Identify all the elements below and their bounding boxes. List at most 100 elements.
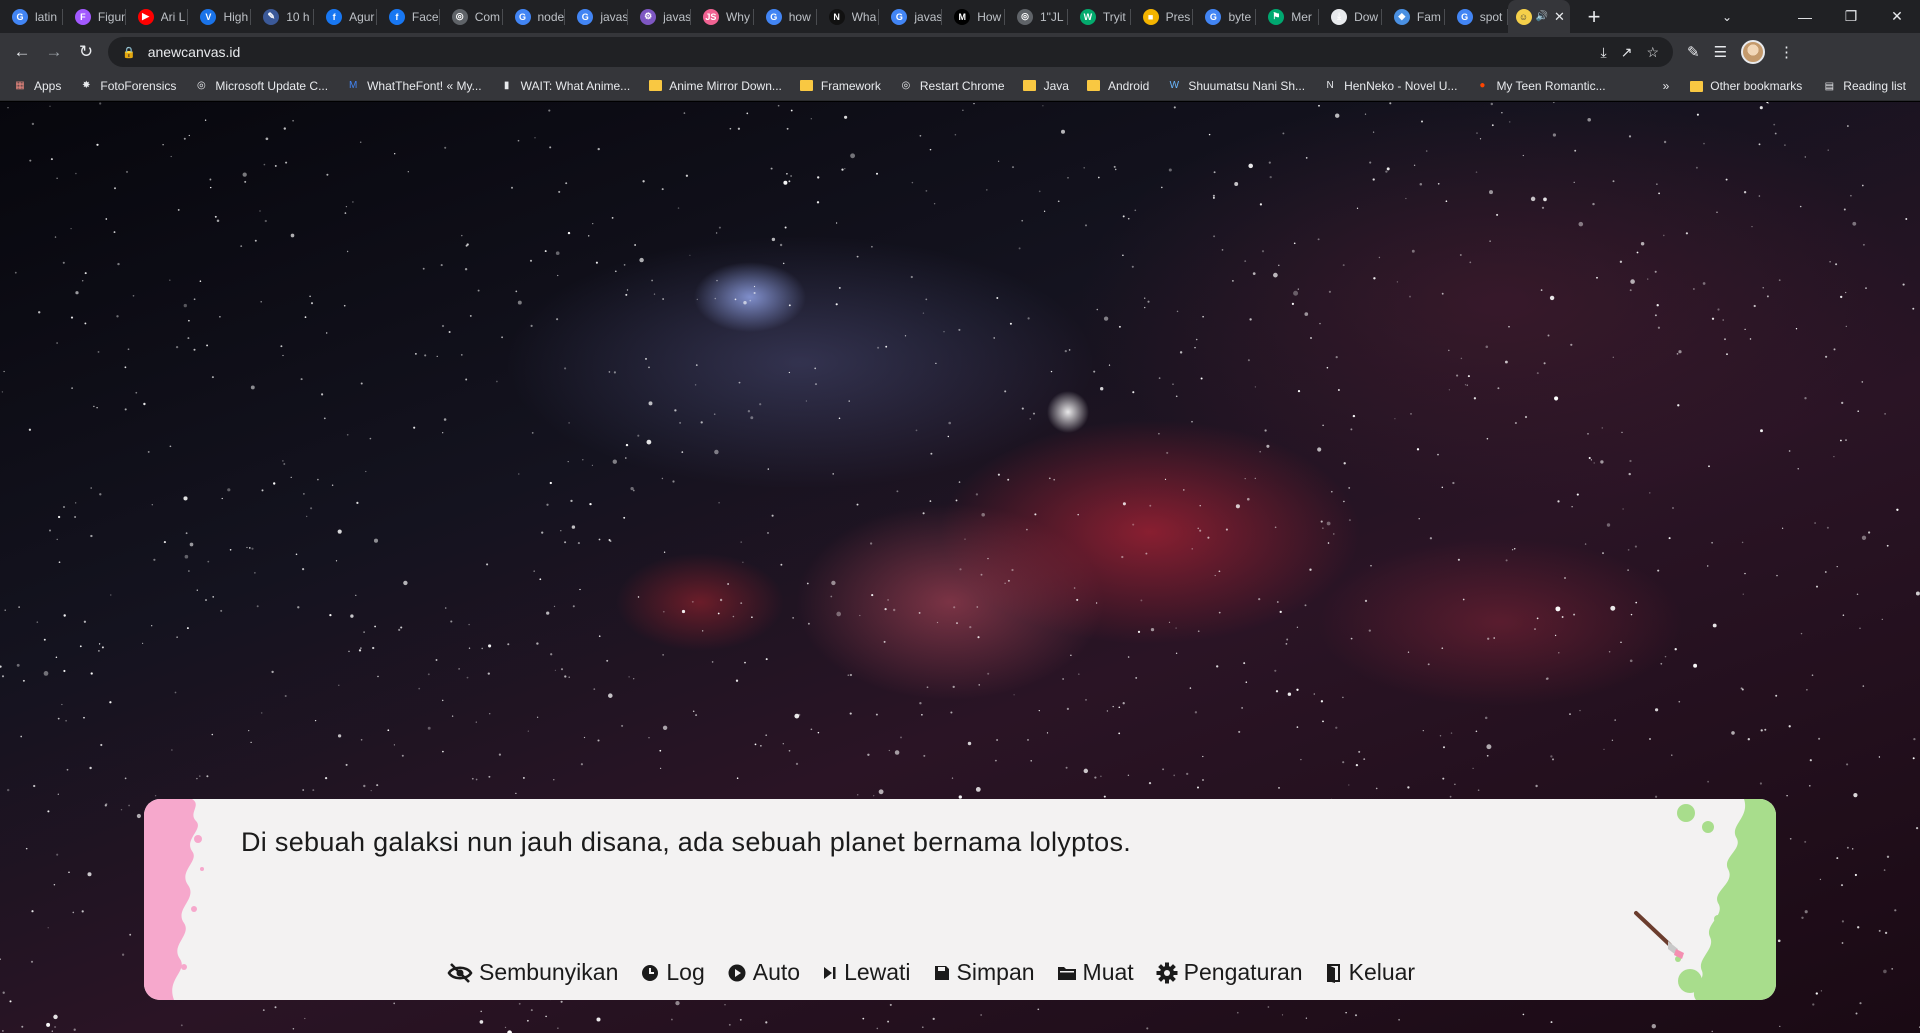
tab-title: spot	[1479, 9, 1503, 24]
tab-title: how	[788, 9, 811, 24]
close-tab-icon[interactable]: ✕	[1554, 9, 1565, 25]
tab-title: How	[977, 9, 1002, 24]
v-icon: V	[200, 8, 217, 25]
bookmark-item[interactable]: ◎ Restart Chrome	[899, 79, 1005, 93]
bookmark-item[interactable]: N HenNeko - Novel U...	[1323, 79, 1457, 93]
bookmark-star-icon[interactable]: ☆	[1646, 44, 1659, 61]
browser-tab[interactable]: N Wha	[817, 0, 880, 33]
load-button[interactable]: Muat	[1057, 959, 1134, 986]
reading-list[interactable]: ▤ Reading list	[1822, 79, 1906, 93]
hide-button[interactable]: Sembunyikan	[447, 959, 618, 986]
new-tab-button[interactable]: +	[1576, 0, 1612, 33]
back-button[interactable]: ←	[6, 36, 38, 68]
bookmark-item[interactable]: ✸ FotoForensics	[79, 79, 176, 93]
auto-button[interactable]: Auto	[727, 959, 800, 986]
bookmark-list: ▦ Apps ✸ FotoForensics ◎ Microsoft Update C..…	[13, 79, 1624, 93]
browser-tab[interactable]: Gjavas	[565, 0, 628, 33]
browser-tab[interactable]: Gbyte	[1193, 0, 1257, 33]
settings-button[interactable]: Pengaturan	[1156, 959, 1303, 986]
install-icon[interactable]: ⤓	[1601, 44, 1607, 61]
exit-button[interactable]: Keluar	[1325, 959, 1415, 986]
bookmark-item[interactable]: Android	[1087, 79, 1149, 93]
game-canvas[interactable]: Di sebuah galaksi nun jauh disana, ada s…	[0, 102, 1920, 1033]
log-button[interactable]: Log	[640, 959, 705, 986]
browser-tab[interactable]: f Agur	[314, 0, 377, 33]
browser-tab[interactable]: M How	[942, 0, 1005, 33]
bookmark-item[interactable]: Anime Mirror Down...	[648, 79, 782, 93]
folder-icon	[648, 79, 662, 93]
bookmark-item[interactable]: ▮ WAIT: What Anime...	[500, 79, 630, 93]
globe-icon: ◎	[451, 8, 468, 25]
exit-label: Keluar	[1348, 959, 1416, 985]
facebook-icon: f	[388, 8, 405, 25]
skip-icon	[824, 966, 836, 979]
bookmarks-overflow-button[interactable]: »	[1663, 79, 1670, 93]
apps-grid-icon: ▦	[15, 80, 25, 91]
profile-avatar[interactable]	[1741, 40, 1766, 64]
bookmark-label: HenNeko - Novel U...	[1344, 78, 1458, 93]
flag-icon: ⚑	[1268, 8, 1285, 25]
bookmark-item[interactable]: Framework	[800, 79, 881, 93]
log-label: Log	[666, 959, 705, 985]
skip-button[interactable]: Lewati	[822, 959, 911, 986]
browser-tab[interactable]: ⚑ Mer	[1256, 0, 1319, 33]
reload-button[interactable]: ↻	[70, 36, 102, 68]
browser-tab[interactable]: Ghow	[754, 0, 817, 33]
browser-tab[interactable]: Gnode	[503, 0, 566, 33]
tab-title: Face	[411, 9, 439, 24]
bookmark-label: Microsoft Update C...	[215, 78, 329, 93]
folder-open-icon	[1057, 966, 1076, 980]
browser-tab[interactable]: ▶ Ari L	[126, 0, 189, 33]
google-icon: G	[891, 8, 908, 25]
globe-icon: ◎	[901, 80, 911, 91]
share-icon[interactable]: ↗	[1621, 44, 1633, 61]
forward-button[interactable]: →	[38, 36, 70, 68]
browser-tab[interactable]: F Figur	[63, 0, 126, 33]
auto-label: Auto	[752, 959, 801, 985]
browser-tab[interactable]: f Face	[377, 0, 440, 33]
browser-tab[interactable]: ⤓ Dow	[1319, 0, 1382, 33]
browser-tab[interactable]: Glatin	[0, 0, 63, 33]
browser-tab[interactable]: ◎ 1"JL	[1005, 0, 1068, 33]
browser-tab[interactable]: JS Why	[691, 0, 754, 33]
close-window-button[interactable]: ✕	[1874, 8, 1920, 25]
bookmark-item[interactable]: ◎ Microsoft Update C...	[194, 79, 328, 93]
pen-icon: ✎	[263, 8, 280, 25]
tab-title: latin	[35, 9, 58, 24]
tab-title: Pres	[1165, 9, 1191, 24]
bookmark-item[interactable]: W Shuumatsu Nani Sh...	[1167, 79, 1305, 93]
gear-icon: ⚙	[640, 8, 657, 25]
browser-tab[interactable]: ■ Pres	[1131, 0, 1194, 33]
facebook-icon: f	[326, 8, 343, 25]
browser-tab[interactable]: Gspot	[1445, 0, 1508, 33]
browser-tab[interactable]: ⚙ javas	[628, 0, 691, 33]
minimize-button[interactable]: —	[1782, 9, 1828, 25]
extensions-icon[interactable]: ✎	[1687, 43, 1700, 61]
youtube-icon: ▶	[137, 8, 154, 25]
media-control-icon[interactable]: ☰	[1714, 43, 1727, 61]
menu-kebab-icon[interactable]: ⋮	[1779, 43, 1794, 61]
browser-tab[interactable]: Gjavas	[879, 0, 942, 33]
bookmark-label: Java	[1043, 78, 1069, 93]
browser-tab[interactable]: ◆ Fam	[1382, 0, 1445, 33]
bookmark-item[interactable]: ● My Teen Romantic...	[1475, 79, 1605, 93]
browser-tab[interactable]: W Tryit	[1068, 0, 1131, 33]
tab-search-icon[interactable]: ⌄	[1702, 10, 1752, 24]
bookmark-item[interactable]: ▦ Apps	[13, 79, 61, 93]
skip-label: Lewati	[844, 959, 911, 985]
address-bar[interactable]: 🔒 anewcanvas.id ⤓ ↗ ☆	[108, 37, 1673, 67]
browser-tab[interactable]: V High	[188, 0, 252, 33]
tab-title: Com	[474, 9, 501, 24]
tab-title: javas	[914, 9, 943, 24]
restore-button[interactable]: ❐	[1828, 8, 1874, 25]
dialogue-box[interactable]: Di sebuah galaksi nun jauh disana, ada s…	[144, 799, 1776, 1000]
browser-tab[interactable]: ✎ 10 h	[251, 0, 314, 33]
bookmark-item[interactable]: M WhatTheFont! « My...	[346, 79, 482, 93]
bookmark-item[interactable]: Java	[1023, 79, 1069, 93]
other-bookmarks[interactable]: Other bookmarks	[1689, 79, 1802, 93]
save-button[interactable]: Simpan	[933, 959, 1035, 986]
browser-tab[interactable]: ◎ Com	[440, 0, 503, 33]
speaker-icon[interactable]: 🔊	[1536, 11, 1548, 22]
active-browser-tab[interactable]: ☺ 🔊 ✕	[1507, 0, 1570, 33]
window-controls: ⌄ — ❐ ✕	[1702, 0, 1920, 33]
